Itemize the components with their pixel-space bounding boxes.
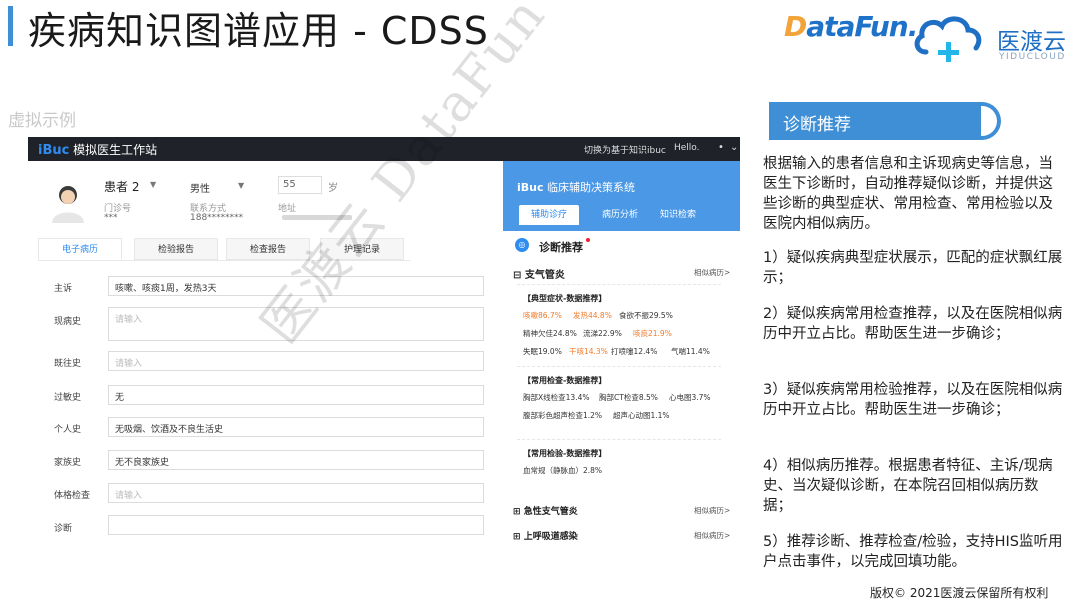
slide-title: 疾病知识图谱应用 - CDSS	[28, 9, 489, 53]
symptom-item[interactable]: 发热44.8%	[573, 310, 612, 321]
intro-paragraph: 根据输入的患者信息和主诉现病史等信息，当医生下诊断时，自动推荐疑似诊断，并提供这…	[763, 156, 1053, 232]
yiducloud-logo-subtext: YIDUCLOUD	[999, 52, 1066, 62]
symptom-item[interactable]: 精神欠佳24.8%	[523, 328, 577, 339]
address-value-redacted	[282, 215, 352, 220]
symptom-item[interactable]: 气喘11.4%	[671, 346, 710, 357]
patient-gender[interactable]: 男性	[190, 180, 210, 195]
virtual-example-label: 虚拟示例	[8, 111, 76, 131]
point-3: 3）疑似疾病常用检验推荐，以及在医院相似病历中开立占比。帮助医生进一步确诊；	[763, 382, 1063, 418]
similar-records-link[interactable]: 相似病历>	[694, 505, 730, 516]
switch-mode-link[interactable]: 切换为基于知识ibuc	[584, 143, 666, 156]
patient-name[interactable]: 患者 2	[104, 178, 139, 195]
disease-item[interactable]: ⊞ 上呼吸道感染	[513, 529, 578, 542]
cdss-tab-assist[interactable]: 辅助诊疗	[519, 205, 579, 225]
similar-records-link[interactable]: 相似病历>	[694, 530, 730, 541]
title-accent-bar	[8, 6, 13, 46]
symptom-item[interactable]: 干咳14.3%	[569, 346, 608, 357]
visit-id-value: ***	[104, 213, 118, 223]
diagnosis-recommend-icon: ◎	[515, 238, 529, 252]
exam-item[interactable]: 胸部CT检查8.5%	[599, 392, 658, 403]
exams-box: 【常用检查-数据推荐】 胸部X线检查13.4% 胸部CT检查8.5% 心电图3.…	[517, 366, 721, 431]
similar-records-link[interactable]: 相似病历>	[694, 267, 730, 278]
disease-item[interactable]: ⊞ 急性支气管炎	[513, 504, 578, 517]
point-1: 1）疑似疾病典型症状展示，匹配的症状飘红展示；	[763, 250, 1063, 286]
app-top-bar: iBuc 模拟医生工作站 切换为基于知识ibuc Hello. • ⌄	[28, 137, 740, 161]
cdss-tab-knowledge-search[interactable]: 知识检索	[653, 205, 703, 225]
cdss-header: iBuc 临床辅助决策系统 辅助诊疗 病历分析 知识检索	[503, 161, 740, 231]
symptoms-title: 【典型症状-数据推荐】	[523, 294, 607, 303]
symptom-item[interactable]: 流涕22.9%	[583, 328, 622, 339]
point-2: 2）疑似疾病常用检查推荐，以及在医院相似病历中开立占比。帮助医生进一步确诊；	[763, 306, 1063, 342]
phone-value: 188********	[190, 213, 244, 223]
copyright: 版权© 2021医渡云保留所有权利	[870, 586, 1049, 600]
menu-dot-icon[interactable]: •	[718, 142, 724, 153]
age-unit: 岁	[328, 183, 338, 194]
patient-select-caret-icon[interactable]: ▼	[150, 180, 156, 189]
field-label-family-history: 家族史	[54, 458, 82, 468]
datafun-logo: DataFun.	[784, 10, 918, 43]
family-history-input[interactable]: 无不良家族史	[108, 450, 484, 470]
symptoms-box: 【典型症状-数据推荐】 咳嗽86.7% 发热44.8% 食欲不振29.5% 精神…	[517, 284, 721, 357]
app-brand: iBuc 模拟医生工作站	[38, 143, 158, 158]
disease-item[interactable]: ⊟ 支气管炎	[513, 266, 565, 281]
labs-title: 【常用检验-数据推荐】	[523, 449, 607, 458]
cdss-tab-record-analysis[interactable]: 病历分析	[595, 205, 645, 225]
lab-item[interactable]: 血常规（静脉血）2.8%	[523, 465, 602, 476]
field-label-present-illness: 现病史	[54, 317, 82, 327]
exam-item[interactable]: 胸部X线检查13.4%	[523, 392, 589, 403]
physical-exam-input[interactable]: 请输入	[108, 483, 484, 503]
point-4: 4）相似病历推荐。根据患者特征、主诉/现病史、当次疑似诊断，在本院召回相似病历数…	[763, 458, 1053, 514]
diagnosis-recommend-banner: 诊断推荐	[769, 102, 1001, 140]
symptom-item[interactable]: 食欲不振29.5%	[619, 310, 673, 321]
exam-item[interactable]: 腹部彩色超声检查1.2%	[523, 410, 602, 421]
exam-item[interactable]: 心电图3.7%	[669, 392, 711, 403]
patient-age-input[interactable]: 55	[278, 176, 322, 194]
field-label-diagnosis: 诊断	[54, 524, 73, 534]
field-label-allergy: 过敏史	[54, 393, 82, 403]
address-label: 地址	[278, 204, 297, 214]
field-label-chief-complaint: 主诉	[54, 284, 73, 294]
tab-lab-report[interactable]: 检验报告	[134, 238, 218, 260]
cdss-title: iBuc 临床辅助决策系统	[517, 181, 636, 194]
symptom-item[interactable]: 咳痰21.9%	[633, 328, 672, 339]
field-label-past-history: 既往史	[54, 359, 82, 369]
present-illness-input[interactable]: 请输入	[108, 307, 484, 341]
patient-avatar	[52, 186, 84, 223]
field-label-personal-history: 个人史	[54, 425, 82, 435]
symptom-item[interactable]: 失眠19.0%	[523, 346, 562, 357]
chief-complaint-input[interactable]: 咳嗽、咳痰1周，发热3天	[108, 276, 484, 296]
symptom-item[interactable]: 打喷嚏12.4%	[611, 346, 657, 357]
yiducloud-logo-text: 医渡云	[997, 29, 1066, 55]
allergy-input[interactable]: 无	[108, 385, 484, 405]
record-tabs: 电子病历 检验报告 检查报告 护理记录	[38, 238, 410, 261]
diagnosis-recommend-header: 诊断推荐	[539, 241, 583, 254]
cdss-panel: iBuc 临床辅助决策系统 辅助诊疗 病历分析 知识检索 ◎ 诊断推荐 ⊟ 支气…	[503, 161, 740, 542]
gender-select-caret-icon[interactable]: ▼	[238, 181, 244, 190]
notification-dot-icon	[586, 238, 590, 242]
field-label-physical-exam: 体格检查	[54, 491, 91, 501]
personal-history-input[interactable]: 无吸烟、饮酒及不良生活史	[108, 417, 484, 437]
labs-box: 【常用检验-数据推荐】 血常规（静脉血）2.8%	[517, 439, 721, 486]
exam-item[interactable]: 超声心动图1.1%	[613, 410, 670, 421]
point-5: 5）推荐诊断、推荐检查/检验，支持HIS监听用户点击事件，以完成回填功能。	[763, 534, 1063, 570]
tab-emr[interactable]: 电子病历	[38, 238, 122, 260]
diagnosis-input[interactable]	[108, 515, 484, 535]
tab-exam-report[interactable]: 检查报告	[226, 238, 310, 260]
symptom-item[interactable]: 咳嗽86.7%	[523, 310, 562, 321]
chevron-down-icon[interactable]: ⌄	[730, 142, 738, 153]
user-greeting[interactable]: Hello.	[674, 143, 700, 153]
tab-nursing-record[interactable]: 护理记录	[320, 238, 404, 260]
mock-doctor-workstation: iBuc 模拟医生工作站 切换为基于知识ibuc Hello. • ⌄ 患者 2…	[28, 137, 740, 542]
yiducloud-cloud-icon	[914, 16, 982, 62]
past-history-input[interactable]: 请输入	[108, 351, 484, 371]
exams-title: 【常用检查-数据推荐】	[523, 376, 607, 385]
